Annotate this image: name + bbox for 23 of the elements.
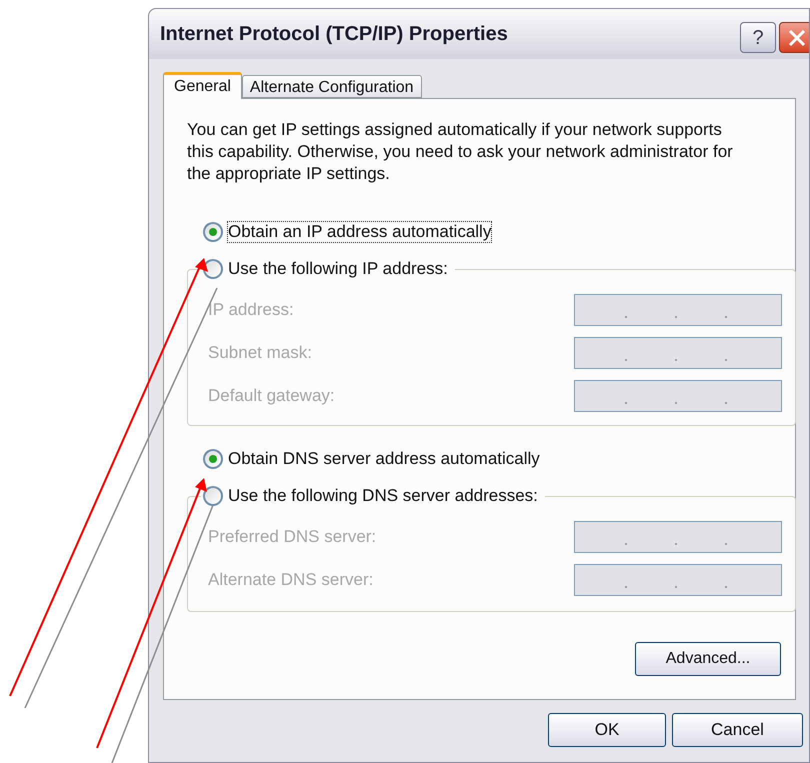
help-button[interactable]: ?: [740, 22, 776, 53]
radio-button[interactable]: [203, 259, 223, 279]
close-icon: [788, 28, 806, 46]
field-label: Subnet mask:: [208, 342, 312, 364]
advanced-button[interactable]: Advanced...: [635, 642, 781, 676]
field-label: Default gateway:: [208, 385, 335, 408]
close-button[interactable]: [779, 22, 809, 53]
radio-button[interactable]: [203, 486, 223, 506]
radio-label: Obtain DNS server address automatically: [227, 448, 541, 470]
radio-button[interactable]: [203, 449, 223, 469]
radio-label: Use the following IP address:: [227, 258, 449, 280]
radio-label: Use the following DNS server addresses:: [227, 485, 539, 507]
tab[interactable]: Alternate Configuration: [242, 75, 422, 98]
radio-label: Obtain an IP address automatically: [227, 221, 492, 243]
field-label: Alternate DNS server:: [208, 569, 374, 592]
tab[interactable]: General: [163, 72, 242, 99]
field-label: IP address:: [208, 299, 294, 322]
ok-button[interactable]: OK: [548, 713, 666, 747]
window-title: Internet Protocol (TCP/IP) Properties: [160, 22, 508, 47]
cancel-button[interactable]: Cancel: [672, 713, 803, 747]
field-label: Preferred DNS server:: [208, 526, 376, 548]
description-text: You can get IP settings assigned automatically if your network supports this capability. Otherwise, you need to ask your network administrator for the appropriate IP settings.: [187, 119, 734, 185]
radio-button[interactable]: [203, 222, 223, 242]
